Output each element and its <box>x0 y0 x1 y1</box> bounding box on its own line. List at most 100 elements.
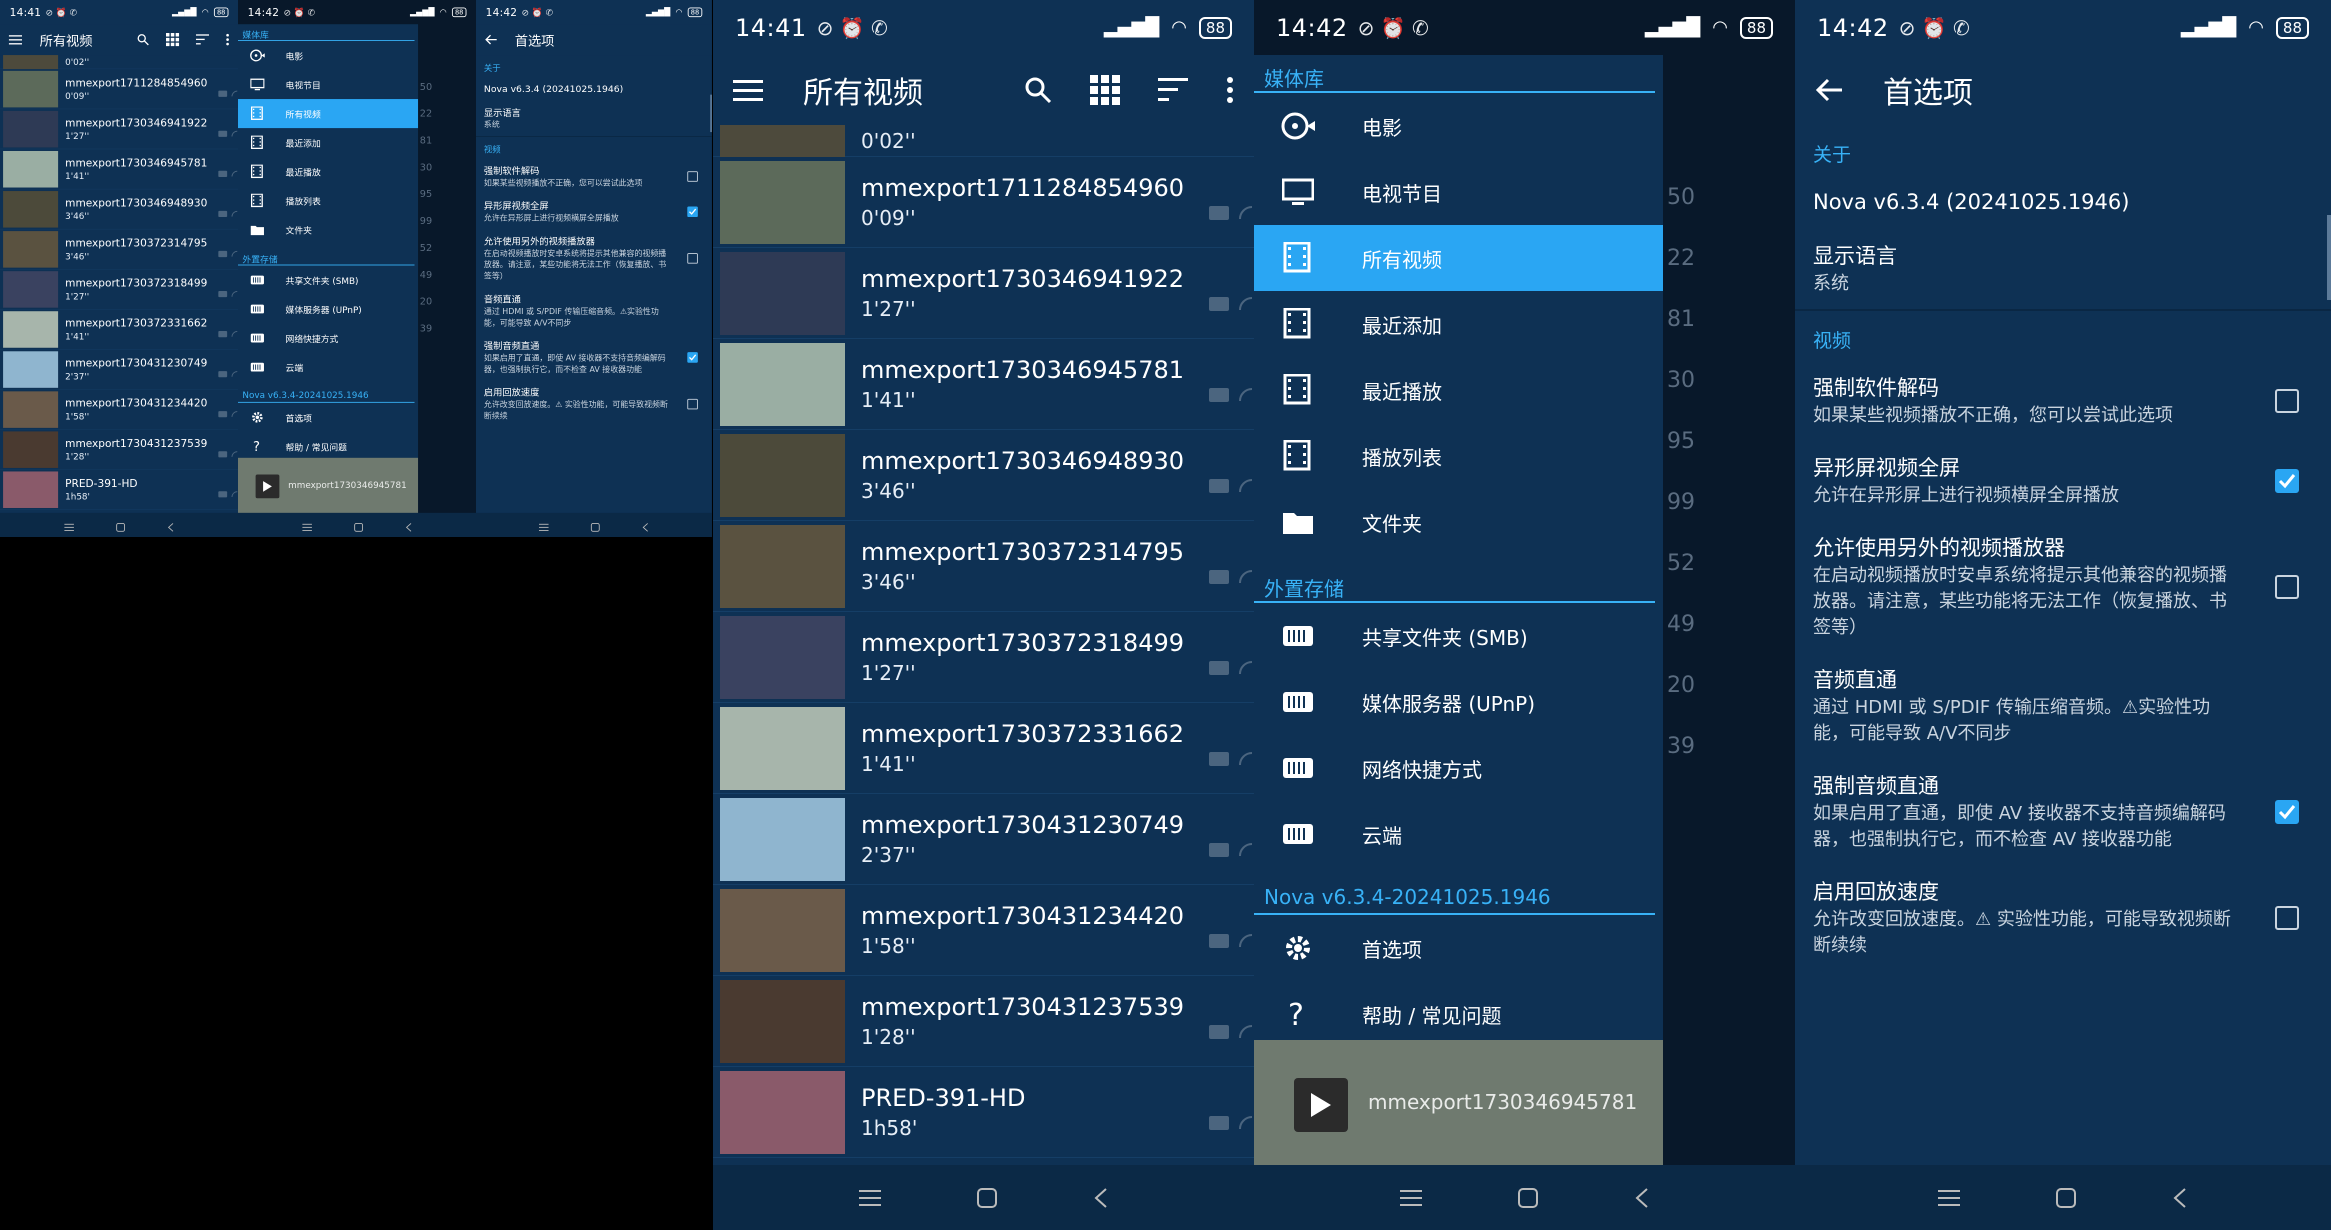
home-icon[interactable] <box>1517 1187 1539 1209</box>
more-options-icon[interactable] <box>1226 76 1234 104</box>
back-arrow-icon[interactable] <box>1815 78 1843 102</box>
status-flags <box>1208 842 1254 860</box>
drawer-item[interactable]: 媒体服务器 (UPnP) <box>1254 669 1663 735</box>
drawer-screen: 50 22 81 30 95 99 52 49 20 39 14:42 ⊘ ⏰ ✆ ▂▄▆█ ◠ … <box>1254 0 1795 1230</box>
setting-checkbox[interactable] <box>2275 800 2299 824</box>
grid-view-icon[interactable] <box>1090 75 1120 105</box>
video-name: mmexport1730372318499 <box>861 629 1185 657</box>
setting-title: 异形屏视频全屏 <box>1813 456 1960 480</box>
setting-checkbox[interactable] <box>2275 575 2299 599</box>
drawer-item-label: 电视节目 <box>285 79 321 91</box>
drawer-item-label: 首选项 <box>285 412 312 424</box>
setting-description: 如果启用了直通，即使 AV 接收器不支持音频编解码器，也强制执行它，而不检查 A… <box>483 353 666 375</box>
status-flags <box>218 411 238 419</box>
search-icon[interactable] <box>1024 76 1052 104</box>
menu-icon[interactable] <box>733 78 763 102</box>
rss-icon <box>1239 752 1253 766</box>
list-item[interactable]: mmexport1730346941922 1'27'' <box>713 248 1254 339</box>
setting-item[interactable]: 强制软件解码 如果某些视频播放不正确，您可以尝试此选项 <box>1795 361 2331 441</box>
drawer-item[interactable]: 播放列表 <box>1254 423 1663 489</box>
setting-checkbox[interactable] <box>2275 469 2299 493</box>
status-flags <box>1208 569 1254 587</box>
setting-item[interactable]: 允许使用另外的视频播放器 在启动视频播放时安卓系统将提示其他兼容的视频播放器。请注… <box>1795 521 2331 653</box>
background-duration-fragment: 22 <box>419 108 433 120</box>
back-icon[interactable] <box>1093 1187 1109 1209</box>
back-icon[interactable] <box>1634 1187 1650 1209</box>
back-icon <box>405 522 412 532</box>
background-duration-fragment: 39 <box>419 323 433 335</box>
sort-icon[interactable] <box>1158 77 1188 103</box>
recents-icon <box>64 523 74 531</box>
video-name: PRED-391-HD <box>861 1084 1026 1112</box>
drawer-item[interactable]: 云端 <box>1254 801 1663 867</box>
drawer-item-label: 云端 <box>1362 823 1402 848</box>
drawer-item-label: 最近添加 <box>1362 313 1442 338</box>
play-button[interactable] <box>1294 1078 1348 1132</box>
setting-item[interactable]: 异形屏视频全屏 允许在异形屏上进行视频横屏全屏播放 <box>1795 441 2331 521</box>
status-icons: ⊘ ⏰ ✆ <box>816 15 888 40</box>
menu-icon <box>8 34 23 45</box>
list-item[interactable]: mmexport1711284854960 0'09'' <box>713 157 1254 248</box>
setting-description: 在启动视频播放时安卓系统将提示其他兼容的视频播放器。请注意，某些功能将无法工作（… <box>483 248 667 281</box>
setting-item[interactable]: 强制音频直通 如果启用了直通，即使 AV 接收器不支持音频编解码器，也强制执行它，… <box>1795 759 2331 865</box>
video-name: mmexport1730346948930 <box>861 447 1185 475</box>
drawer-item: 网络快捷方式 <box>238 324 418 353</box>
list-item[interactable]: 0'02'' <box>713 125 1254 157</box>
list-item[interactable]: mmexport1730346948930 3'46'' <box>713 430 1254 521</box>
version-item[interactable]: Nova v6.3.4 (20241025.1946) <box>1795 175 2331 229</box>
mini-player: mmexport1730346945781 <box>238 457 419 513</box>
list-item[interactable]: mmexport1730431230749 2'37'' <box>713 794 1254 885</box>
drawer-item[interactable]: 网络快捷方式 <box>1254 735 1663 801</box>
drawer-item: 电影 <box>238 41 418 70</box>
video-duration: 1'28'' <box>861 1025 916 1049</box>
recently-added-icon <box>1278 308 1318 340</box>
video-thumbnail <box>720 797 845 881</box>
video-name: mmexport1730431234420 <box>861 902 1185 930</box>
setting-checkbox[interactable] <box>2275 906 2299 930</box>
home-icon[interactable] <box>976 1187 998 1209</box>
signal-icon: ▂▄▆█ <box>410 7 435 17</box>
setting-description: 通过 HDMI 或 S/PDIF 传输压缩音频。⚠实验性功能，可能导致 A/V不… <box>483 306 659 328</box>
setting-item[interactable]: 音频直通 通过 HDMI 或 S/PDIF 传输压缩音频。⚠实验性功能，可能导致 … <box>1795 653 2331 759</box>
drawer-item[interactable]: ? 帮助 / 常见问题 <box>1254 981 1663 1047</box>
status-flags <box>218 250 238 258</box>
status-icons: ⊘ ⏰ ✆ <box>1898 15 1970 40</box>
drawer-item[interactable]: 电视节目 <box>1254 159 1663 225</box>
video-duration: 1'41'' <box>861 752 916 776</box>
drawer-item[interactable]: 首选项 <box>1254 915 1663 981</box>
drawer-item[interactable]: 最近添加 <box>1254 291 1663 357</box>
home-icon[interactable] <box>2055 1187 2077 1209</box>
recents-icon[interactable] <box>858 1189 881 1207</box>
subtitle-icon <box>218 90 228 97</box>
list-item[interactable]: mmexport1730372331662 1'41'' <box>713 703 1254 794</box>
category-video: 视频 <box>1813 330 1852 352</box>
video-duration: 1h58' <box>65 491 90 502</box>
list-item[interactable]: mmexport1730431237539 1'28'' <box>713 976 1254 1067</box>
video-thumbnail <box>720 979 845 1063</box>
setting-item[interactable]: 启用回放速度 允许改变回放速度。⚠ 实验性功能，可能导致视频断断续续 <box>1795 865 2331 971</box>
language-item[interactable]: 显示语言 系统 <box>1795 229 2331 309</box>
background-duration-fragment: 20 <box>419 296 433 308</box>
nav-bar <box>0 512 238 537</box>
setting-title: 启用回放速度 <box>1813 880 1939 904</box>
drawer-item-label: 共享文件夹 (SMB) <box>285 275 359 286</box>
home-icon <box>590 522 600 532</box>
setting-checkbox[interactable] <box>2275 389 2299 413</box>
rss-icon <box>1239 206 1253 220</box>
list-item[interactable]: mmexport1730346945781 1'41'' <box>713 339 1254 430</box>
recents-icon[interactable] <box>1938 1189 1960 1207</box>
app-bar: 所有视频 <box>0 24 238 56</box>
list-item[interactable]: PRED-391-HD 1h58' <box>713 1067 1254 1158</box>
list-item[interactable]: mmexport1730431234420 1'58'' <box>713 885 1254 976</box>
list-item[interactable]: mmexport1730372318499 1'27'' <box>713 612 1254 703</box>
drawer-item[interactable]: 最近播放 <box>1254 357 1663 423</box>
list-item[interactable]: mmexport1730372314795 3'46'' <box>713 521 1254 612</box>
drawer-item[interactable]: 共享文件夹 (SMB) <box>1254 603 1663 669</box>
recents-icon[interactable] <box>1399 1189 1422 1207</box>
drawer-item[interactable]: 文件夹 <box>1254 489 1663 555</box>
drawer-item[interactable]: 电影 <box>1254 93 1663 159</box>
drawer-item[interactable]: 所有视频 <box>1254 225 1663 291</box>
back-icon[interactable] <box>2172 1187 2188 1209</box>
setting-title: 启用回放速度 <box>483 387 540 398</box>
mini-player[interactable]: mmexport1730346945781 <box>1254 1040 1663 1165</box>
